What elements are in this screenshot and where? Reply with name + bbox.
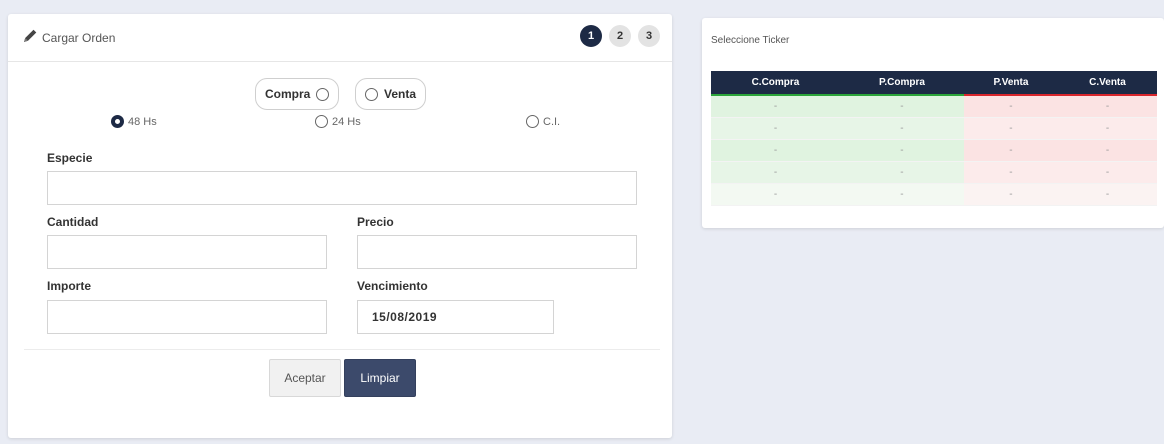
- cell-c-compra: -: [711, 95, 840, 118]
- cantidad-label: Cantidad: [47, 215, 99, 229]
- venta-option[interactable]: Venta: [355, 78, 427, 110]
- order-card-title: Cargar Orden: [42, 31, 116, 45]
- cell-p-venta: -: [963, 95, 1058, 118]
- vencimiento-label: Vencimiento: [357, 279, 428, 293]
- cell-p-compra: -: [839, 117, 964, 140]
- cell-p-compra: -: [839, 161, 964, 184]
- precio-label: Precio: [357, 215, 394, 229]
- cell-c-compra: -: [711, 161, 840, 184]
- term-24hs-option[interactable]: 24 Hs: [315, 115, 361, 128]
- term-ci-label: C.I.: [543, 115, 561, 128]
- ticker-card: Seleccione Ticker C.Compra P.Compra P.Ve…: [702, 18, 1164, 228]
- accept-button[interactable]: Aceptar: [269, 359, 341, 397]
- especie-label: Especie: [47, 151, 93, 165]
- col-p-compra: P.Compra: [839, 71, 964, 96]
- cell-c-compra: -: [711, 139, 840, 162]
- cell-c-compra: -: [711, 183, 840, 206]
- col-c-compra: C.Compra: [711, 71, 840, 96]
- table-row[interactable]: - - - -: [711, 161, 1157, 184]
- cell-p-compra: -: [839, 183, 964, 206]
- especie-input[interactable]: [47, 171, 637, 205]
- cell-p-venta: -: [963, 117, 1058, 140]
- term-48hs-label: 48 Hs: [128, 115, 157, 128]
- cell-c-venta: -: [1057, 161, 1157, 184]
- col-p-venta: P.Venta: [963, 71, 1058, 96]
- cell-p-venta: -: [963, 161, 1058, 184]
- cell-c-venta: -: [1057, 117, 1157, 140]
- ticker-table: C.Compra P.Compra P.Venta C.Venta - - - …: [711, 71, 1157, 206]
- term-ci-option[interactable]: C.I.: [526, 115, 560, 128]
- cell-p-compra: -: [839, 95, 964, 118]
- clear-button[interactable]: Limpiar: [344, 359, 416, 397]
- cell-c-venta: -: [1057, 139, 1157, 162]
- step-3[interactable]: 3: [638, 25, 660, 47]
- precio-input[interactable]: [357, 235, 637, 269]
- ticker-table-header: C.Compra P.Compra P.Venta C.Venta: [711, 71, 1157, 96]
- compra-label: Compra: [265, 87, 311, 101]
- step-1[interactable]: 1: [580, 25, 602, 47]
- table-row[interactable]: - - - -: [711, 183, 1157, 206]
- order-card-header: Cargar Orden 1 2 3: [8, 14, 672, 62]
- term-24hs-radio[interactable]: [315, 115, 328, 128]
- order-card: Cargar Orden 1 2 3 Compra Venta 48 Hs 24…: [8, 14, 672, 438]
- cell-p-venta: -: [963, 139, 1058, 162]
- venta-radio[interactable]: [365, 87, 378, 101]
- compra-option[interactable]: Compra: [255, 78, 340, 110]
- table-row[interactable]: - - - -: [711, 117, 1157, 140]
- table-row[interactable]: - - - -: [711, 139, 1157, 162]
- venta-label: Venta: [384, 87, 417, 101]
- importe-input[interactable]: [47, 300, 327, 334]
- term-24hs-label: 24 Hs: [332, 115, 361, 128]
- cell-p-venta: -: [963, 183, 1058, 206]
- step-indicator: 1 2 3: [580, 25, 660, 47]
- ticker-card-title: Seleccione Ticker: [711, 35, 790, 46]
- vencimiento-input[interactable]: 15/08/2019: [357, 300, 554, 334]
- term-48hs-radio[interactable]: [111, 115, 124, 128]
- form-divider: [24, 349, 660, 350]
- importe-label: Importe: [47, 279, 92, 293]
- cell-c-compra: -: [711, 117, 840, 140]
- term-ci-radio[interactable]: [526, 115, 539, 128]
- term-48hs-option[interactable]: 48 Hs: [111, 115, 157, 128]
- cantidad-input[interactable]: [47, 235, 327, 269]
- cell-c-venta: -: [1057, 183, 1157, 206]
- step-2[interactable]: 2: [609, 25, 631, 47]
- cell-p-compra: -: [839, 139, 964, 162]
- pencil-icon: [24, 29, 37, 42]
- table-row[interactable]: - - - -: [711, 95, 1157, 118]
- cell-c-venta: -: [1057, 95, 1157, 118]
- compra-radio[interactable]: [316, 87, 330, 101]
- col-c-venta: C.Venta: [1057, 71, 1157, 96]
